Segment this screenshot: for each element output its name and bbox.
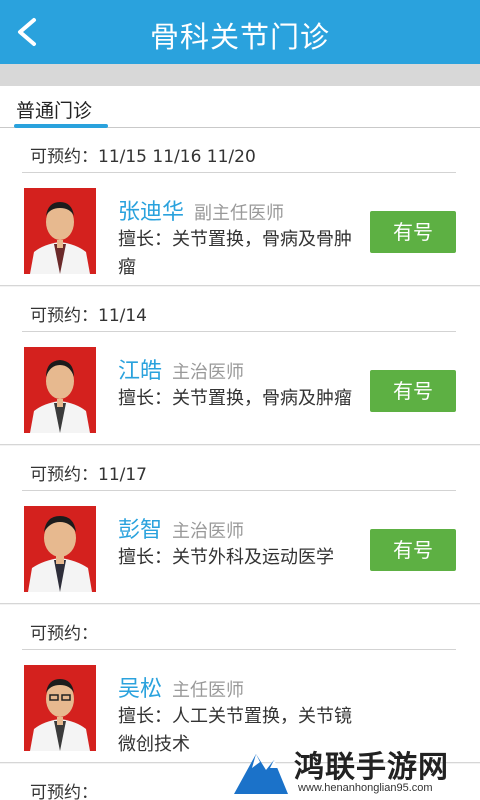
divider xyxy=(22,649,456,650)
page-title: 骨科关节门诊 xyxy=(149,20,330,54)
doctor-photo xyxy=(24,665,96,751)
doctor-specialty: 擅长：关节置换，骨病及肿瘤 xyxy=(118,388,352,409)
tab-general-clinic[interactable]: 普通门诊 xyxy=(16,96,92,123)
book-button[interactable]: 有号 xyxy=(370,370,456,412)
doctor-rank: 主任医师 xyxy=(172,680,245,701)
divider xyxy=(22,172,456,173)
available-dates: 可预约：11/15 11/16 11/20 xyxy=(30,147,256,167)
doctor-photo xyxy=(24,188,96,274)
book-button[interactable]: 有号 xyxy=(370,211,456,253)
doctor-photo xyxy=(24,506,96,592)
doctor-photo xyxy=(24,347,96,433)
watermark: 鸿联手游网 www.henanhonglian95.com xyxy=(232,738,480,800)
doctor-rank: 副主任医师 xyxy=(194,203,285,224)
doctor-name: 张迪华 副主任医师 xyxy=(118,200,285,225)
doctor-name: 吴松 主任医师 xyxy=(118,677,245,702)
available-dates: 可预约：11/17 xyxy=(30,465,147,485)
doctor-card[interactable]: 可预约：11/17 彭智 主治医师 擅长：关节外科及运动医学 有号 xyxy=(0,446,480,604)
available-dates: 可预约： xyxy=(30,624,98,644)
header-divider xyxy=(0,64,480,86)
app-header: 骨科关节门诊 xyxy=(0,0,480,64)
watermark-url: www.henanhonglian95.com xyxy=(298,782,433,794)
doctor-specialty: 擅长：关节外科及运动医学 xyxy=(118,547,334,568)
divider xyxy=(22,490,456,491)
tab-bar: 普通门诊 xyxy=(0,86,480,128)
available-dates: 可预约： xyxy=(30,783,98,800)
doctor-name: 彭智 主治医师 xyxy=(118,518,245,543)
divider xyxy=(22,331,456,332)
doctor-card[interactable]: 可预约：11/14 江皓 主治医师 擅长：关节置换，骨病及肿瘤 有号 xyxy=(0,287,480,445)
doctor-specialty: 擅长：关节置换，骨病及骨肿瘤 xyxy=(118,229,352,278)
doctor-card[interactable]: 可预约：11/15 11/16 11/20 张迪华 副主任医师 擅长：关节置换，骨… xyxy=(0,128,480,286)
mountain-logo-icon xyxy=(234,754,288,794)
doctor-rank: 主治医师 xyxy=(172,521,245,542)
doctor-name: 江皓 主治医师 xyxy=(118,359,245,384)
book-button[interactable]: 有号 xyxy=(370,529,456,571)
available-dates: 可预约：11/14 xyxy=(30,306,147,326)
doctor-rank: 主治医师 xyxy=(172,362,245,383)
watermark-text: 鸿联手游网 xyxy=(294,750,449,785)
